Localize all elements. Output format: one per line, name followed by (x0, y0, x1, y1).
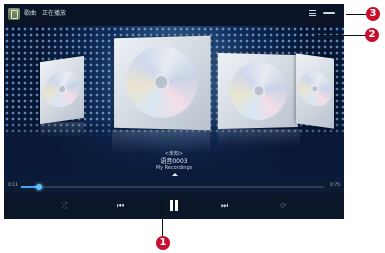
progress-thumb[interactable] (36, 184, 43, 190)
previous-icon[interactable]: ⏮ (117, 202, 124, 210)
expand-up-icon[interactable] (172, 173, 178, 176)
callout-leader-1 (162, 200, 163, 236)
elapsed-time: 0:11 (8, 183, 19, 188)
total-time: 0:75 (330, 183, 341, 188)
more-icon[interactable] (323, 11, 337, 15)
callout-badge-2: 2 (365, 28, 379, 42)
album-reflection (40, 122, 84, 138)
callout-badge-3: 3 (366, 7, 380, 21)
music-app-icon[interactable] (8, 8, 20, 20)
album-cover-right[interactable] (217, 52, 298, 130)
cd-disc-icon (44, 68, 80, 110)
tab-now-playing[interactable]: 正在播放 (42, 10, 66, 18)
album-cover-center[interactable] (114, 35, 211, 131)
top-bar: 歌曲 正在播放 (4, 4, 344, 26)
callout-badge-1: 1 (156, 236, 170, 250)
cd-disc-icon (230, 61, 287, 121)
track-artist: My Recordings (155, 165, 193, 171)
playback-controls: ⤮ ⏮ ⏭ ⟳ (4, 194, 344, 219)
cd-disc-icon (126, 45, 198, 119)
list-icon[interactable] (309, 10, 316, 17)
cd-disc-icon (298, 69, 332, 109)
repeat-icon[interactable]: ⟳ (280, 202, 287, 210)
album-cover-far-right[interactable] (296, 53, 334, 129)
callout-leader-2 (317, 35, 365, 36)
album-cover-left[interactable] (40, 55, 84, 125)
tab-songs[interactable]: 歌曲 (24, 10, 36, 18)
track-title: 语音0003 (160, 158, 188, 165)
pause-icon[interactable] (169, 200, 179, 211)
progress-track[interactable] (21, 184, 324, 190)
progress-area: 0:11 0:75 (4, 180, 344, 192)
shuffle-icon[interactable]: ⤮ (61, 202, 67, 210)
next-icon[interactable]: ⏭ (221, 202, 228, 210)
music-player-screen: <未知> 语音0003 My Recordings 歌曲 正在播放 0:11 0… (4, 4, 344, 219)
callout-leader-2 (317, 14, 318, 35)
album-reflection (218, 129, 300, 147)
callout-leader-3 (346, 14, 366, 15)
